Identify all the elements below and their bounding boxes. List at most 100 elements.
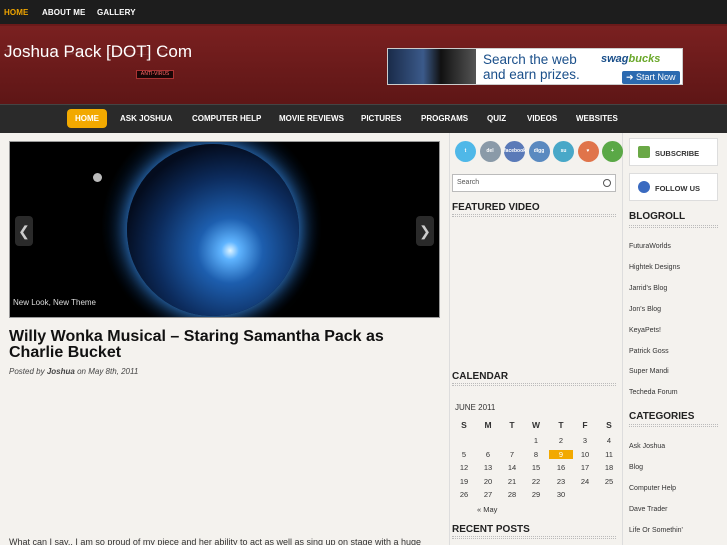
nav-websites[interactable]: WEBSITES bbox=[576, 114, 618, 123]
category-link[interactable]: Computer Help bbox=[629, 485, 676, 492]
nav-ask-joshua[interactable]: ASK JOSHUA bbox=[120, 114, 172, 123]
calendar-day[interactable]: 26 bbox=[452, 490, 476, 499]
category-link[interactable]: Life Or Somethin' bbox=[629, 527, 683, 534]
calendar-day[interactable]: 24 bbox=[573, 477, 597, 486]
category-link[interactable]: Dave Trader bbox=[629, 506, 668, 513]
calendar-day[interactable]: 14 bbox=[500, 463, 524, 472]
search-icon[interactable] bbox=[603, 179, 611, 187]
calendar-day[interactable]: 30 bbox=[549, 490, 573, 499]
site-header: Joshua Pack [DOT] Com Joshua Pack [DOT] … bbox=[0, 26, 727, 104]
calendar-day[interactable]: 3 bbox=[573, 436, 597, 445]
calendar-month: JUNE 2011 bbox=[455, 403, 496, 412]
calendar-prev-link[interactable]: « May bbox=[477, 505, 497, 514]
calendar-day[interactable]: 23 bbox=[549, 477, 573, 486]
search-input[interactable]: Search bbox=[452, 174, 616, 192]
delicious-icon[interactable]: del bbox=[479, 141, 501, 162]
stumbleupon-icon[interactable]: su bbox=[553, 141, 574, 162]
nav-home[interactable]: HOME bbox=[67, 109, 107, 128]
calendar-day-header: T bbox=[558, 420, 564, 430]
nav-videos[interactable]: VIDEOS bbox=[527, 114, 557, 123]
follow-us-button[interactable]: FOLLOW US bbox=[629, 173, 718, 201]
calendar-day[interactable]: 19 bbox=[452, 477, 476, 486]
anti-virus-badge: ANTI-VIRUS bbox=[136, 70, 174, 79]
slider-next-icon[interactable]: ❯ bbox=[416, 216, 434, 246]
moon-image bbox=[93, 173, 102, 182]
calendar-title: CALENDAR bbox=[452, 371, 509, 382]
blogroll-link[interactable]: KeyaPets! bbox=[629, 327, 661, 334]
calendar-day[interactable]: 4 bbox=[597, 436, 621, 445]
swagbucks-ad-banner[interactable]: Search the web and earn prizes. swagbucks… bbox=[387, 48, 683, 85]
blogroll-link[interactable]: Hightek Designs bbox=[629, 264, 680, 271]
favorite-icon[interactable]: ♥ bbox=[577, 141, 599, 162]
blogroll-link[interactable]: Techeda Forum bbox=[629, 389, 678, 396]
featured-slider[interactable]: ❮ ❯ New Look, New Theme bbox=[9, 141, 440, 318]
calendar-day[interactable]: 25 bbox=[597, 477, 621, 486]
blogroll-link[interactable]: FuturaWorlds bbox=[629, 243, 671, 250]
calendar-day[interactable]: 22 bbox=[524, 477, 548, 486]
planet-image bbox=[127, 144, 299, 316]
calendar-day[interactable]: 6 bbox=[476, 450, 500, 459]
rss-icon bbox=[638, 146, 650, 158]
post-excerpt: What can I say.. I am so proud of my pie… bbox=[9, 537, 422, 545]
calendar-day[interactable]: 16 bbox=[549, 463, 573, 472]
calendar-day[interactable]: 29 bbox=[524, 490, 548, 499]
divider bbox=[452, 536, 616, 539]
calendar-day[interactable]: 1 bbox=[524, 436, 548, 445]
ad-start-button[interactable]: ➜ Start Now bbox=[622, 71, 680, 84]
top-nav-home[interactable]: HOME bbox=[4, 8, 28, 17]
blogroll-link[interactable]: Jon's Blog bbox=[629, 306, 661, 313]
blogroll-link[interactable]: Super Mandi bbox=[629, 368, 669, 375]
ad-image bbox=[388, 49, 476, 84]
ad-headline: Search the web and earn prizes. bbox=[483, 52, 580, 82]
calendar-day[interactable]: 9 bbox=[549, 449, 573, 459]
site-title-reflection: Joshua Pack [DOT] Com bbox=[4, 47, 193, 56]
calendar-day[interactable]: 7 bbox=[500, 450, 524, 459]
calendar-day[interactable]: 13 bbox=[476, 463, 500, 472]
category-link[interactable]: Blog bbox=[629, 464, 643, 471]
calendar-day-header: M bbox=[484, 420, 492, 430]
calendar-day[interactable]: 11 bbox=[597, 450, 621, 459]
top-nav-about-me[interactable]: ABOUT ME bbox=[42, 8, 85, 17]
calendar-day[interactable]: 18 bbox=[597, 463, 621, 472]
blogroll-link[interactable]: Jarrid's Blog bbox=[629, 285, 667, 292]
slider-prev-icon[interactable]: ❮ bbox=[15, 216, 33, 246]
top-bar: HOME ABOUT ME GALLERY bbox=[0, 0, 727, 26]
nav-quiz[interactable]: QUIZ bbox=[487, 114, 506, 123]
calendar-day[interactable]: 5 bbox=[452, 450, 476, 459]
divider bbox=[629, 225, 718, 228]
post-author[interactable]: Joshua bbox=[47, 367, 75, 376]
divider bbox=[452, 214, 616, 217]
calendar-day[interactable]: 8 bbox=[524, 450, 548, 459]
post-title[interactable]: Willy Wonka Musical – Staring Samantha P… bbox=[9, 329, 441, 361]
digg-icon[interactable]: digg bbox=[528, 141, 550, 162]
post-date: May 8th, 2011 bbox=[88, 367, 139, 376]
calendar-day[interactable]: 21 bbox=[500, 477, 524, 486]
top-nav-gallery[interactable]: GALLERY bbox=[97, 8, 136, 17]
calendar-day[interactable]: 10 bbox=[573, 450, 597, 459]
blogroll-title: BLOGROLL bbox=[629, 211, 686, 222]
calendar-day[interactable]: 28 bbox=[500, 490, 524, 499]
calendar-day[interactable]: 15 bbox=[524, 463, 548, 472]
calendar-day-header: S bbox=[461, 420, 467, 430]
nav-programs[interactable]: PROGRAMS bbox=[421, 114, 468, 123]
facebook-icon[interactable]: facebook bbox=[504, 141, 526, 162]
calendar-day[interactable]: 12 bbox=[452, 463, 476, 472]
nav-pictures[interactable]: PICTURES bbox=[361, 114, 401, 123]
add-icon[interactable]: + bbox=[602, 141, 623, 162]
subscribe-button[interactable]: SUBSCRIBE bbox=[629, 138, 718, 166]
calendar-day-header: F bbox=[582, 420, 588, 430]
calendar-day-header: S bbox=[606, 420, 612, 430]
divider bbox=[629, 424, 718, 427]
nav-computer-help[interactable]: COMPUTER HELP bbox=[192, 114, 261, 123]
follow-icon bbox=[638, 181, 650, 193]
nav-movie-reviews[interactable]: MOVIE REVIEWS bbox=[279, 114, 344, 123]
twitter-icon[interactable]: t bbox=[455, 141, 476, 162]
calendar-day[interactable]: 27 bbox=[476, 490, 500, 499]
calendar-day[interactable]: 17 bbox=[573, 463, 597, 472]
category-link[interactable]: Ask Joshua bbox=[629, 443, 665, 450]
categories-title: CATEGORIES bbox=[629, 411, 695, 422]
calendar-day[interactable]: 2 bbox=[549, 436, 573, 445]
calendar-day[interactable]: 20 bbox=[476, 477, 500, 486]
blogroll-link[interactable]: Patrick Goss bbox=[629, 348, 669, 355]
slider-caption[interactable]: New Look, New Theme bbox=[13, 298, 96, 307]
